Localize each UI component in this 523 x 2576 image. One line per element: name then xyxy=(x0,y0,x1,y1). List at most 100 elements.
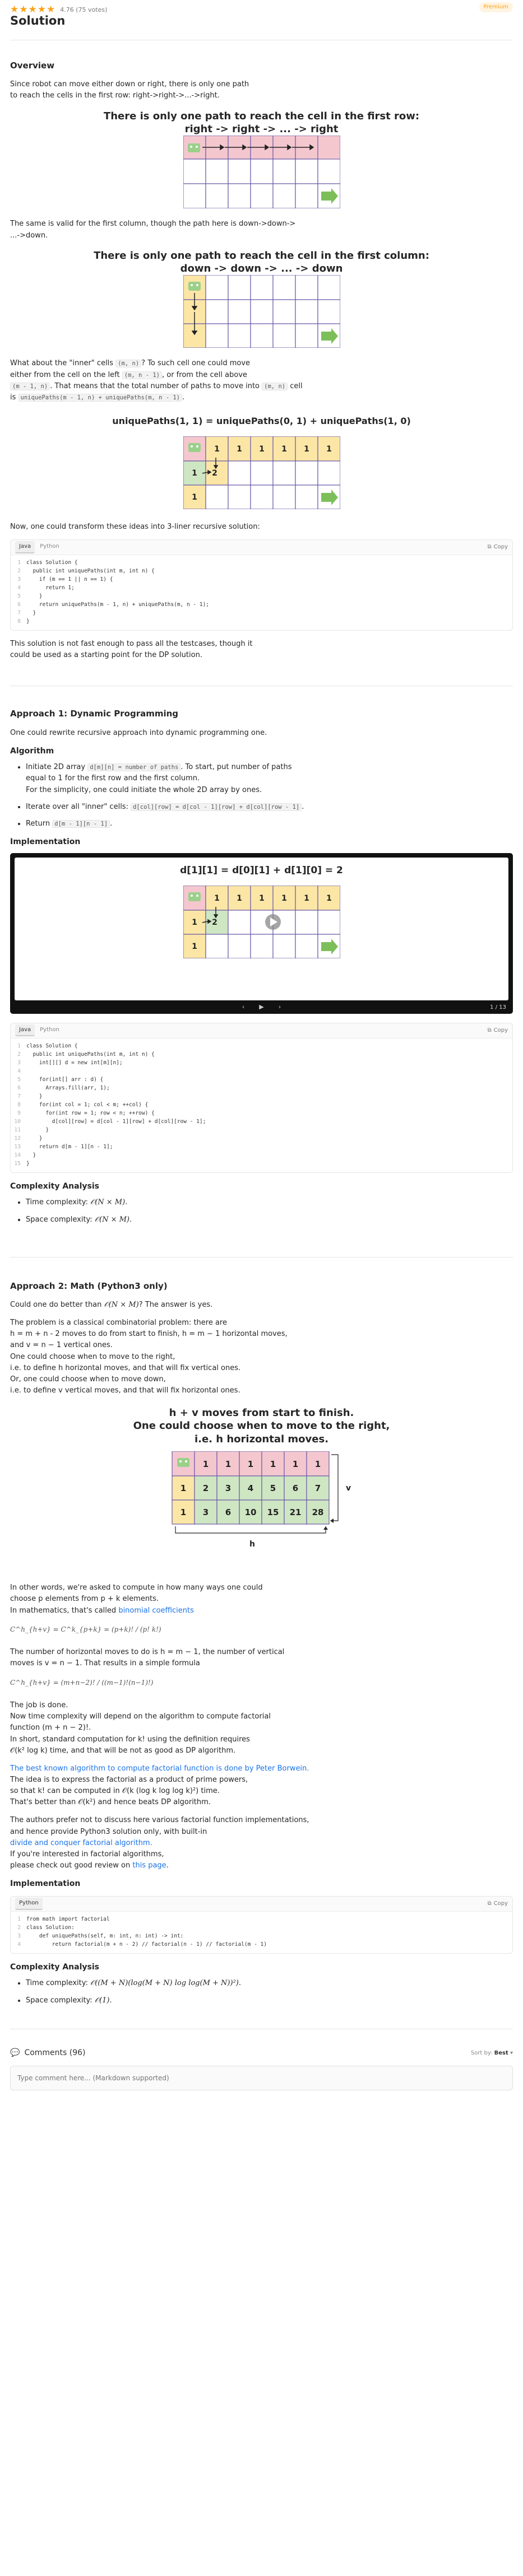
tab-python[interactable]: Python xyxy=(36,1024,63,1037)
approach-2-paragraph-1: The problem is a classical combinatorial… xyxy=(10,1319,288,1395)
code-line: 8 for(int col = 1; col < m; ++col) { xyxy=(11,1101,512,1109)
line-number: 4 xyxy=(17,584,21,591)
code-text: def uniquePaths(self, m: int, n: int) ->… xyxy=(26,1932,184,1939)
factorial-algorithm-link[interactable]: divide and conquer factorial algorithm. xyxy=(10,1839,152,1847)
svg-text:1: 1 xyxy=(192,942,197,951)
svg-text:3: 3 xyxy=(225,1483,230,1493)
line-number: 3 xyxy=(17,1932,21,1939)
approach-1-section: Approach 1: Dynamic Programming One coul… xyxy=(10,686,513,1225)
code-text: class Solution { xyxy=(26,559,78,566)
svg-text:2: 2 xyxy=(202,1483,208,1493)
line-number: 13 xyxy=(14,1143,21,1150)
implementation-heading: Implementation xyxy=(10,1879,81,1889)
algorithm-list: Initiate 2D array d[m][n] = number of pa… xyxy=(26,762,513,830)
overview-section: Overview Since robot can move either dow… xyxy=(10,40,513,661)
code-line: 14 } xyxy=(11,1151,512,1159)
code-text: for(int col = 1; col < m; ++col) { xyxy=(26,1101,149,1108)
list-item: Iterate over all "inner" cells: d[col][r… xyxy=(26,802,513,813)
code-line: 5 for(int[] arr : d) { xyxy=(11,1075,512,1084)
copy-button[interactable]: ⧉ Copy xyxy=(487,543,508,552)
figure-caption: There is only one path to reach the cell… xyxy=(94,249,429,275)
grid-value: 1 xyxy=(259,445,265,454)
grid-value: 2 xyxy=(212,469,217,478)
this-page-link[interactable]: this page xyxy=(132,1861,166,1870)
grid-value: 1 xyxy=(192,469,197,478)
borwein-link[interactable]: The best known algorithm to compute fact… xyxy=(10,1764,309,1773)
tab-python[interactable]: Python xyxy=(36,541,63,553)
line-number: 11 xyxy=(14,1126,21,1133)
robot-icon xyxy=(177,1458,189,1468)
code-line: 9 for(int row = 1; row < n; ++row) { xyxy=(11,1109,512,1117)
comment-input[interactable] xyxy=(10,2066,513,2091)
figure-first-row: There is only one path to reach the cell… xyxy=(10,110,513,209)
line-number: 2 xyxy=(17,1051,21,1058)
code-line: 13 return d[m - 1][n - 1]; xyxy=(11,1143,512,1151)
copy-button[interactable]: ⧉ Copy xyxy=(487,1899,508,1908)
slideshow-controls: ‹ ▶ › 1 / 13 xyxy=(10,1000,513,1014)
svg-text:1: 1 xyxy=(292,1459,298,1469)
line-number: 5 xyxy=(17,593,21,599)
code-text: } xyxy=(26,1126,49,1133)
approach-2-section: Approach 2: Math (Python3 only) Could on… xyxy=(10,1257,513,2006)
tab-java[interactable]: Java xyxy=(15,1024,35,1037)
svg-text:1: 1 xyxy=(281,894,287,903)
formula-paths: C^h_{h+v} = (m+n−2)! / ((m−1)!(n−1)!) xyxy=(10,1678,154,1687)
tab-java[interactable]: Java xyxy=(15,541,35,553)
algorithm-heading: Algorithm xyxy=(10,746,54,756)
copy-icon: ⧉ xyxy=(487,1027,492,1033)
robot-icon xyxy=(187,143,200,153)
line-number: 15 xyxy=(14,1160,21,1167)
line-number: 10 xyxy=(14,1118,21,1125)
prev-slide-icon[interactable]: ‹ xyxy=(242,1002,244,1012)
tab-python3[interactable]: Python xyxy=(15,1898,43,1910)
svg-text:1: 1 xyxy=(180,1507,186,1517)
sort-dropdown[interactable]: Sort by: Best ▾ xyxy=(471,2049,513,2058)
copy-button[interactable]: ⧉ Copy xyxy=(487,1026,508,1035)
code-block-recursive: Java Python ⧉ Copy 1 class Solution {2 pub… xyxy=(10,539,513,631)
line-number: 1 xyxy=(17,559,21,566)
rating-text: 4.76 (75 votes) xyxy=(60,6,108,13)
svg-text:1: 1 xyxy=(225,1459,230,1469)
overview-paragraph-5: This solution is not fast enough to pass… xyxy=(10,639,253,660)
code-line: 12 } xyxy=(11,1134,512,1143)
grid-column-path-figure xyxy=(183,275,340,348)
grid-value: 1 xyxy=(192,493,197,502)
svg-text:1: 1 xyxy=(214,894,220,903)
play-icon[interactable]: ▶ xyxy=(259,1002,263,1012)
next-slide-icon[interactable]: › xyxy=(279,1002,281,1012)
svg-text:21: 21 xyxy=(289,1507,301,1517)
robot-icon xyxy=(188,442,201,452)
code-line: 1 from math import factorial xyxy=(11,1915,512,1923)
code-text: return factorial(m + n - 2) // factorial… xyxy=(26,1941,267,1948)
list-item: Space complexity: 𝒪(N × M). xyxy=(26,1214,513,1226)
list-item: Time complexity: 𝒪((M + N)(log(M + N) lo… xyxy=(26,1978,513,1989)
line-number: 3 xyxy=(17,576,21,583)
list-item: Space complexity: 𝒪(1). xyxy=(26,1995,513,2006)
list-item: Initiate 2D array d[m][n] = number of pa… xyxy=(26,762,513,795)
code-text: from math import factorial xyxy=(26,1916,110,1922)
code-content: 1 from math import factorial 2 class Soluti… xyxy=(11,1912,512,1953)
line-number: 8 xyxy=(17,1101,21,1108)
figure-caption: h + v moves from start to finish. One cou… xyxy=(133,1407,390,1445)
code-line: 4 return 1; xyxy=(11,584,512,592)
approach-2-heading: Approach 2: Math (Python3 only) xyxy=(10,1280,168,1291)
code-content: 1 class Solution {2 public int uniquePath… xyxy=(11,1038,512,1172)
svg-text:1: 1 xyxy=(180,1483,186,1493)
code-text: int[][] d = new int[m][n]; xyxy=(26,1059,123,1066)
svg-text:1: 1 xyxy=(237,894,242,903)
code-line: 3 def uniquePaths(self, m: int, n: int) … xyxy=(11,1932,512,1940)
code-text: return uniquePaths(m - 1, n) + uniquePat… xyxy=(26,601,210,608)
binomial-coefficients-link[interactable]: binomial coefficients xyxy=(118,1606,194,1615)
code-text: public int uniquePaths(int m, int n) { xyxy=(26,567,155,574)
code-text: } xyxy=(26,593,43,599)
overview-paragraph-4: Now, one could transform these ideas int… xyxy=(10,522,260,531)
code-text: } xyxy=(26,1135,43,1142)
code-block-dp: Java Python ⧉ Copy 1 class Solution {2 pub… xyxy=(10,1022,513,1173)
svg-text:6: 6 xyxy=(292,1483,298,1493)
comments-title: Comments (96) xyxy=(24,2048,86,2057)
line-number: 2 xyxy=(17,1924,21,1931)
math-grid-figure: 1 1 1 1 1 1 1 2 3 4 5 6 7 1 3 6 10 15 21 28 v h xyxy=(171,1451,351,1549)
svg-text:7: 7 xyxy=(314,1483,320,1493)
svg-text:1: 1 xyxy=(192,918,197,927)
svg-text:1: 1 xyxy=(202,1459,208,1469)
